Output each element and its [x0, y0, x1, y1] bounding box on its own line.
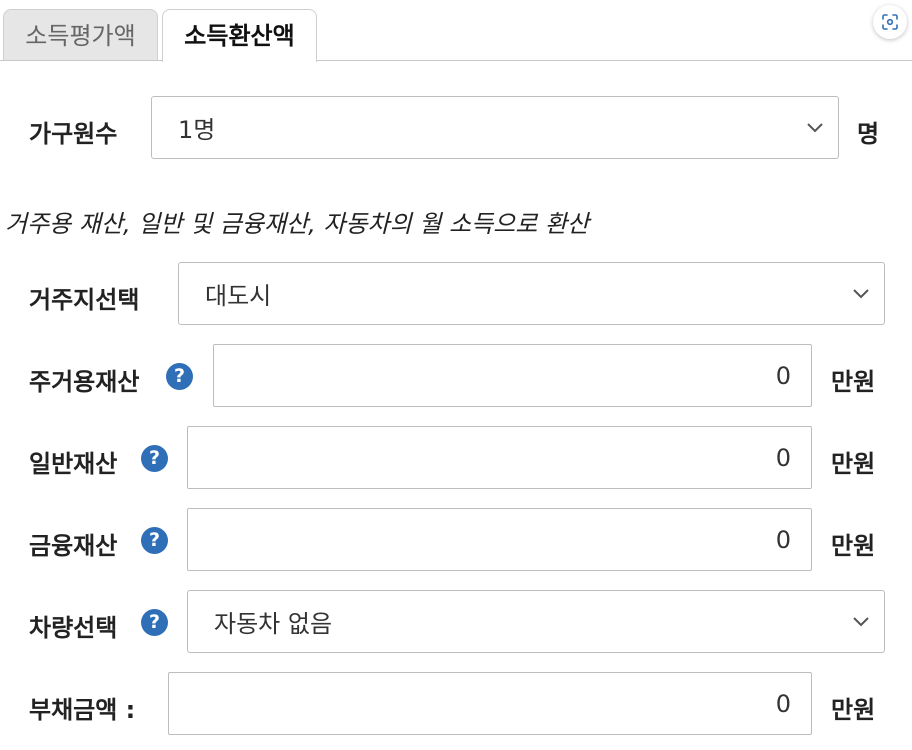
chevron-down-icon	[853, 288, 869, 298]
household-size-value: 1명	[178, 116, 216, 144]
tab-divider	[0, 60, 912, 61]
debt-label: 부채금액 :	[29, 696, 136, 724]
general-asset-unit: 만원	[831, 450, 876, 478]
residence-select[interactable]: 대도시	[178, 262, 885, 325]
housing-asset-help-icon[interactable]: ?	[166, 363, 193, 390]
general-asset-input[interactable]	[187, 426, 812, 489]
chevron-down-icon	[853, 616, 869, 626]
housing-asset-input[interactable]	[213, 344, 812, 407]
vehicle-select[interactable]: 자동차 없음	[187, 590, 885, 653]
chevron-down-icon	[807, 122, 823, 132]
debt-unit: 만원	[831, 696, 876, 724]
general-asset-label: 일반재산	[29, 450, 118, 478]
housing-asset-label: 주거용재산	[29, 368, 140, 396]
housing-asset-unit: 만원	[831, 368, 876, 396]
vehicle-label: 차량선택	[29, 614, 118, 642]
tab-bar: 소득평가액 소득환산액	[0, 0, 912, 62]
financial-asset-unit: 만원	[831, 532, 876, 560]
tab-income-conversion[interactable]: 소득환산액	[162, 9, 317, 62]
household-unit: 명	[857, 120, 880, 148]
section-description: 거주용 재산, 일반 및 금융재산, 자동차의 월 소득으로 환산	[5, 210, 590, 238]
financial-asset-label: 금융재산	[29, 532, 118, 560]
residence-label: 거주지선택	[29, 286, 140, 314]
household-size-select[interactable]: 1명	[151, 96, 839, 159]
debt-input[interactable]	[168, 672, 812, 735]
household-size-label: 가구원수	[29, 120, 118, 148]
financial-asset-help-icon[interactable]: ?	[141, 527, 168, 554]
scan-button[interactable]	[873, 5, 907, 39]
general-asset-help-icon[interactable]: ?	[141, 445, 168, 472]
vehicle-value: 자동차 없음	[214, 610, 333, 638]
financial-asset-input[interactable]	[187, 508, 812, 571]
tab-income-evaluation[interactable]: 소득평가액	[3, 9, 158, 61]
scan-icon	[882, 14, 898, 30]
vehicle-help-icon[interactable]: ?	[141, 609, 168, 636]
residence-value: 대도시	[205, 282, 272, 310]
